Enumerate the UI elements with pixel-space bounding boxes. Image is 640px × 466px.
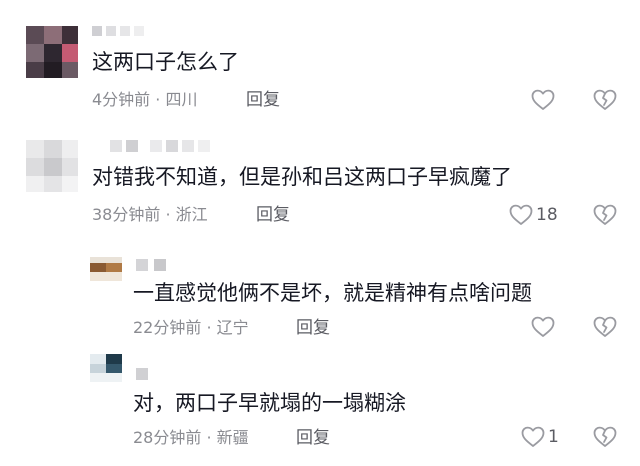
like-button[interactable]: 18 — [509, 204, 558, 226]
reply-location: 新疆 — [216, 428, 249, 447]
reply-meta: 28分钟前 · 新疆 — [133, 428, 249, 448]
heart-outline-icon — [521, 426, 545, 447]
reply-button[interactable]: 回复 — [246, 90, 280, 110]
username-blurred[interactable] — [136, 259, 176, 271]
reply-button[interactable]: 回复 — [256, 205, 290, 225]
like-button[interactable]: 1 — [521, 426, 559, 448]
comment-location: 四川 — [165, 90, 198, 109]
avatar[interactable] — [90, 354, 122, 382]
like-count: 1 — [548, 427, 559, 447]
meta-separator: · — [165, 205, 171, 224]
comment-text: 这两口子怎么了 — [92, 50, 239, 74]
reply-time: 28分钟前 — [133, 428, 202, 447]
meta-separator: · — [155, 90, 161, 109]
like-count: 18 — [536, 205, 558, 225]
heart-outline-icon — [531, 316, 555, 337]
comment-meta: 38分钟前 · 浙江 — [92, 205, 208, 225]
broken-heart-icon[interactable] — [593, 426, 617, 448]
comment-location: 浙江 — [175, 205, 208, 224]
username-blurred[interactable] — [110, 140, 220, 152]
broken-heart-icon[interactable] — [593, 316, 617, 338]
avatar[interactable] — [26, 26, 78, 78]
heart-outline-icon — [531, 89, 555, 110]
reply-text: 一直感觉他俩不是坏，就是精神有点啥问题 — [133, 281, 532, 305]
comment-time: 38分钟前 — [92, 205, 161, 224]
broken-heart-icon[interactable] — [593, 204, 617, 226]
meta-separator: · — [206, 428, 212, 447]
like-button[interactable] — [531, 89, 558, 111]
broken-heart-icon[interactable] — [593, 89, 617, 111]
username-blurred[interactable] — [136, 368, 150, 380]
username-blurred[interactable] — [92, 26, 146, 36]
reply-meta: 22分钟前 · 辽宁 — [133, 318, 249, 338]
avatar[interactable] — [90, 257, 122, 281]
like-button[interactable] — [531, 316, 558, 338]
reply-time: 22分钟前 — [133, 318, 202, 337]
reply-text: 对，两口子早就塌的一塌糊涂 — [133, 391, 406, 415]
comment-meta: 4分钟前 · 四川 — [92, 90, 197, 110]
avatar[interactable] — [26, 140, 78, 192]
reply-location: 辽宁 — [216, 318, 249, 337]
comment-time: 4分钟前 — [92, 90, 151, 109]
reply-button[interactable]: 回复 — [296, 318, 330, 338]
reply-button[interactable]: 回复 — [296, 428, 330, 448]
heart-outline-icon — [509, 204, 533, 225]
meta-separator: · — [206, 318, 212, 337]
comment-text: 对错我不知道，但是孙和吕这两口子早疯魔了 — [92, 165, 512, 189]
